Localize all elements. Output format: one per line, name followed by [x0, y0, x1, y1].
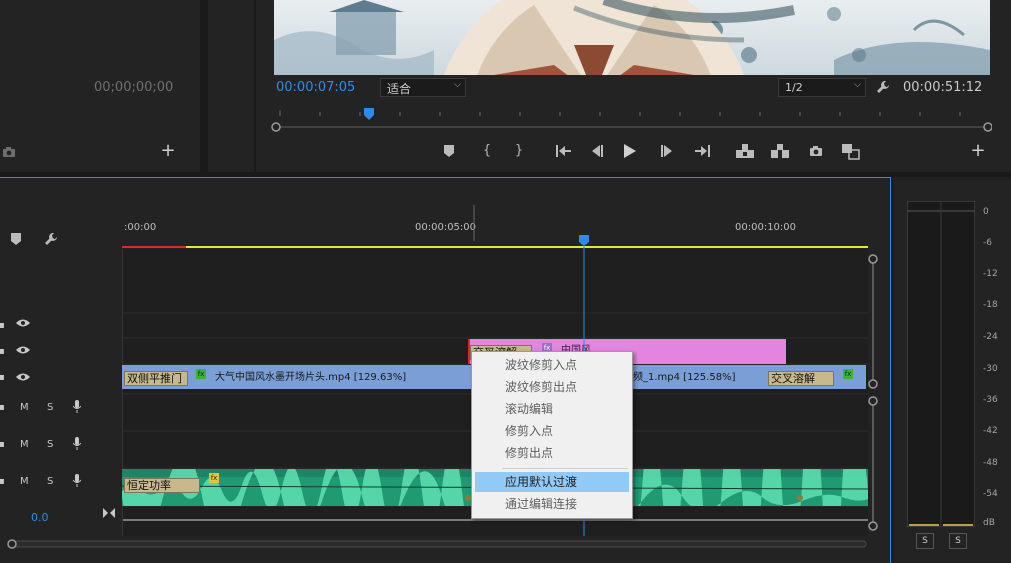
add-button-icon[interactable]: +: [160, 142, 176, 160]
menu-separator: [502, 468, 628, 469]
mute-button[interactable]: M: [20, 439, 29, 450]
menu-item-ripple-trim-out[interactable]: 波纹修剪出点: [475, 377, 629, 397]
eye-icon[interactable]: [16, 345, 30, 355]
program-time-ruler[interactable]: [270, 108, 992, 134]
meter-scale-36: -36: [983, 395, 998, 405]
track-a2-sync-lock[interactable]: ▪: [0, 439, 5, 450]
v1-right-transition[interactable]: 交叉溶解: [768, 371, 834, 386]
menu-item-trim-out[interactable]: 修剪出点: [475, 443, 629, 463]
track-v3-sync-lock[interactable]: ▪: [0, 320, 5, 331]
panel-divider: [254, 0, 256, 172]
audio-meter-bars: [907, 201, 975, 527]
program-playhead[interactable]: [363, 108, 374, 122]
microphone-icon[interactable]: [73, 400, 81, 413]
v1-left-transition[interactable]: 双侧平推门: [124, 371, 188, 386]
mute-button[interactable]: M: [20, 402, 29, 413]
add-button-icon[interactable]: +: [970, 142, 986, 160]
meter-scale-48: -48: [983, 458, 998, 468]
fx-badge[interactable]: fx: [209, 473, 219, 483]
mark-in-icon[interactable]: {: [480, 144, 494, 158]
solo-button[interactable]: S: [47, 439, 53, 450]
track-v1-sync-lock[interactable]: ▪: [0, 372, 5, 383]
v1-clip-1-name: 大气中国风水墨开场片头.mp4 [129.63%]: [215, 372, 407, 383]
add-marker-icon[interactable]: [11, 233, 23, 245]
meter-solo-right-button[interactable]: S: [949, 533, 967, 549]
lift-icon[interactable]: [736, 144, 754, 158]
timeline-vertical-scrollbar[interactable]: [868, 253, 878, 533]
source-timecode: 00;00;00;00: [94, 80, 174, 95]
menu-item-ripple-trim-in[interactable]: 波纹修剪入点: [475, 355, 629, 375]
timeline-ruler-ticks[interactable]: [122, 205, 868, 249]
camera-icon[interactable]: [2, 146, 18, 158]
export-frame-camera-icon[interactable]: [809, 145, 825, 157]
track-a3-sync-lock[interactable]: ▪: [0, 476, 5, 487]
meter-scale-db: dB: [983, 518, 995, 528]
step-back-icon[interactable]: [590, 145, 606, 157]
trim-context-menu: 波纹修剪入点 波纹修剪出点 滚动编辑 修剪入点 修剪出点 应用默认过渡 通过编辑…: [471, 351, 633, 519]
microphone-icon[interactable]: [73, 437, 81, 450]
meter-scale-0: 0: [983, 207, 989, 217]
solo-button[interactable]: S: [47, 402, 53, 413]
wrench-icon[interactable]: [44, 232, 58, 246]
step-forward-icon[interactable]: [660, 145, 676, 157]
meter-solo-left-button[interactable]: S: [916, 533, 934, 549]
track-header-column: [0, 249, 123, 536]
a3-transition[interactable]: 恒定功率: [124, 478, 200, 493]
microphone-icon[interactable]: [73, 474, 81, 487]
eye-icon[interactable]: [16, 372, 30, 382]
chevron-down-icon: ⌵: [854, 80, 861, 90]
meter-scale-12: -12: [983, 269, 998, 279]
menu-item-rolling-edit[interactable]: 滚动编辑: [475, 399, 629, 419]
go-to-in-icon[interactable]: [556, 145, 572, 157]
jump-to-end-icon[interactable]: [103, 508, 115, 518]
chevron-down-icon: ⌵: [454, 80, 461, 90]
program-video-frame: [274, 0, 990, 75]
comparison-view-icon[interactable]: [842, 144, 860, 160]
eye-icon[interactable]: [16, 318, 30, 328]
fit-select[interactable]: 适合 ⌵: [380, 78, 466, 97]
wrench-icon[interactable]: [876, 80, 890, 94]
meter-scale-24: -24: [983, 332, 998, 342]
go-to-out-icon[interactable]: [694, 145, 710, 157]
meter-scale-30: -30: [983, 364, 998, 374]
extract-icon[interactable]: [771, 144, 789, 158]
fit-select-value: 适合: [387, 82, 412, 96]
resolution-select[interactable]: 1/2 ⌵: [778, 78, 866, 97]
fx-badge[interactable]: fx: [196, 369, 206, 379]
meter-scale-18: -18: [983, 300, 998, 310]
master-volume-value[interactable]: 0.0: [31, 511, 49, 524]
program-current-timecode[interactable]: 00:00:07:05: [276, 80, 355, 95]
mark-out-icon[interactable]: }: [512, 144, 526, 158]
meter-scale-54: -54: [983, 489, 998, 499]
meter-scale-6: -6: [983, 238, 992, 248]
menu-item-apply-default-transition[interactable]: 应用默认过渡: [475, 472, 629, 492]
v1-clip-2-name: 频_1.mp4 [125.58%]: [633, 372, 736, 383]
timeline-divider-top: [0, 172, 1011, 177]
menu-item-trim-in[interactable]: 修剪入点: [475, 421, 629, 441]
solo-button[interactable]: S: [47, 476, 53, 487]
timeline-horizontal-scrollbar[interactable]: [6, 538, 870, 550]
mute-button[interactable]: M: [20, 476, 29, 487]
track-a1-sync-lock[interactable]: ▪: [0, 402, 5, 413]
resolution-select-value: 1/2: [785, 81, 803, 94]
menu-item-join-through-edit[interactable]: 通过编辑连接: [475, 494, 629, 514]
play-icon[interactable]: [624, 144, 640, 158]
meter-scale-42: -42: [983, 426, 998, 436]
program-duration-timecode: 00:00:51:12: [903, 80, 983, 95]
panel-gutter: [200, 0, 208, 172]
add-marker-icon[interactable]: [444, 145, 456, 157]
panel-gutter-2: [208, 0, 256, 172]
track-v2-sync-lock[interactable]: ▪: [0, 346, 5, 357]
fx-badge[interactable]: fx: [843, 369, 853, 379]
